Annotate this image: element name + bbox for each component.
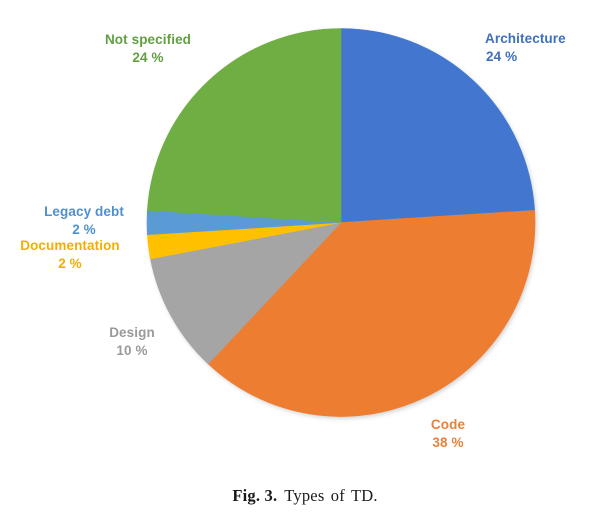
figure-caption-text: Types of TD.	[284, 486, 378, 505]
figure-types-of-td: Architecture 24 % Not specified 24 % Leg…	[0, 0, 610, 530]
pie-label-code-value: 38 %	[432, 434, 464, 450]
pie-label-design-value: 10 %	[116, 342, 148, 358]
pie-label-design-name: Design	[109, 325, 155, 340]
pie-label-design: Design 10 %	[99, 324, 165, 360]
pie-label-documentation-name: Documentation	[20, 238, 120, 253]
figure-number: Fig. 3.	[232, 486, 278, 505]
pie-label-code-name: Code	[430, 417, 466, 432]
pie-slices	[146, 28, 536, 417]
pie-label-architecture-value: 24 %	[486, 48, 518, 64]
pie-label-architecture: Architecture 24 %	[485, 30, 566, 66]
pie-label-not-specified-name: Not specified	[104, 32, 192, 47]
pie-chart-svg	[146, 28, 536, 417]
pie-chart	[146, 27, 536, 418]
pie-label-documentation: Documentation 2 %	[8, 237, 132, 273]
pie-label-not-specified: Not specified 24 %	[96, 31, 200, 67]
pie-label-documentation-value: 2 %	[58, 255, 82, 271]
pie-label-legacy-debt-value: 2 %	[72, 221, 96, 237]
figure-caption: Fig. 3. Types of TD.	[0, 486, 610, 506]
pie-label-architecture-name: Architecture	[485, 31, 566, 46]
pie-label-code: Code 38 %	[421, 416, 475, 452]
pie-label-legacy-debt: Legacy debt 2 %	[34, 203, 134, 239]
pie-label-legacy-debt-name: Legacy debt	[44, 204, 124, 219]
pie-label-not-specified-value: 24 %	[132, 49, 164, 65]
